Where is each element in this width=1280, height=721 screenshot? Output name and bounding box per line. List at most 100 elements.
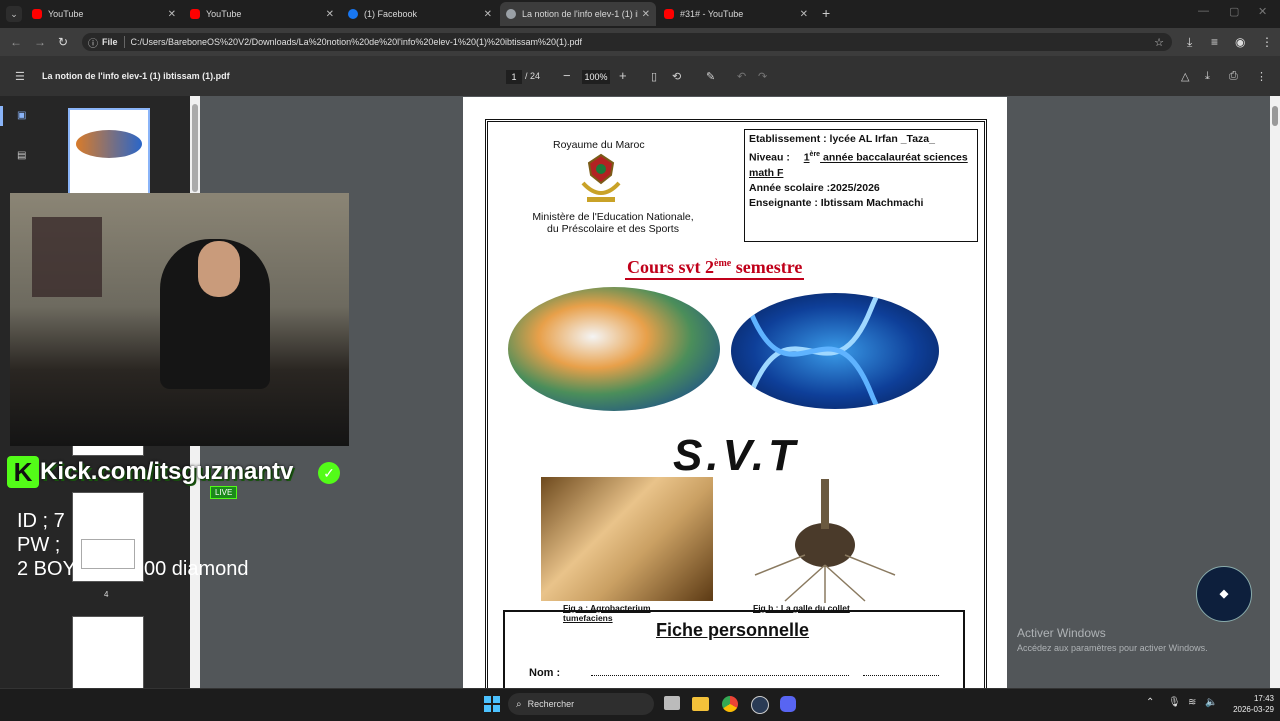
profile-icon[interactable]: ◉ xyxy=(1235,35,1245,49)
fit-page-icon[interactable]: ▯ xyxy=(651,70,657,83)
zoom-level-input[interactable]: 100% xyxy=(582,70,610,84)
file-explorer-icon[interactable] xyxy=(692,697,709,711)
sidebar-scroll-thumb[interactable] xyxy=(192,104,198,192)
downloads-icon[interactable]: ⤓ xyxy=(1187,35,1192,50)
search-placeholder: Rechercher xyxy=(527,699,575,709)
etablissement-line: Etablissement : lycée AL Irfan _Taza_ xyxy=(749,133,935,145)
thumb-table xyxy=(81,539,135,569)
clock-time[interactable]: 17:43 xyxy=(1240,694,1274,703)
kick-channel-text: Kick.com/itsguzmantv xyxy=(40,458,294,485)
ministry-line-1: Ministère de l'Education Nationale, xyxy=(532,211,694,223)
close-icon[interactable]: ✕ xyxy=(800,9,808,20)
nom-dotted-line xyxy=(591,675,849,676)
zoom-out-button[interactable]: − xyxy=(563,68,571,83)
windows-activation-title: Activer Windows xyxy=(1017,626,1106,640)
live-badge: LIVE xyxy=(210,486,238,499)
close-icon[interactable]: ✕ xyxy=(168,9,176,20)
undo-icon[interactable]: ↶ xyxy=(737,70,746,83)
tab-title: YouTube xyxy=(206,9,242,19)
team-logo-icon: ◆ xyxy=(1196,566,1252,622)
enseignante-line: Enseignante : Ibtissam Machmachi xyxy=(749,196,924,209)
nom-dotted-line-2 xyxy=(863,675,939,676)
new-tab-button[interactable]: + xyxy=(822,5,830,21)
thumb-image xyxy=(76,130,142,158)
viewer-scrollbar[interactable] xyxy=(1270,96,1280,688)
bookmark-star-icon[interactable]: ☆ xyxy=(1154,36,1164,49)
restore-button[interactable]: ▢ xyxy=(1229,5,1239,18)
tab-title: #31# - YouTube xyxy=(680,9,744,19)
media-icon[interactable]: ≡ xyxy=(1211,35,1218,49)
globe-dna-image xyxy=(508,287,720,411)
task-view-icon[interactable] xyxy=(664,696,680,710)
facebook-icon xyxy=(348,9,358,19)
tab-search-button[interactable]: ⌄ xyxy=(6,6,22,22)
ministry-line-2: du Préscolaire et des Sports xyxy=(547,223,679,235)
wifi-icon[interactable]: ≋ xyxy=(1188,697,1196,708)
thumbnails-tab-icon[interactable]: ▣ xyxy=(17,110,26,121)
fiche-title: Fiche personnelle xyxy=(656,620,810,640)
webcam-posters xyxy=(32,217,102,297)
more-options-icon[interactable]: ⋮ xyxy=(1256,70,1267,83)
tab-youtube-3[interactable]: #31# - YouTube ✕ xyxy=(658,2,814,26)
start-windows-icon[interactable] xyxy=(484,696,500,712)
kingdom-title: Royaume du Maroc xyxy=(553,139,645,151)
thumbnail-page-label: 4 xyxy=(104,590,109,599)
menu-kebab-icon[interactable]: ⋮ xyxy=(1261,35,1273,49)
close-icon[interactable]: ✕ xyxy=(326,9,334,20)
close-window-button[interactable]: ✕ xyxy=(1258,5,1267,18)
webcam-face xyxy=(198,241,240,297)
info-icon[interactable]: ⓘ xyxy=(88,35,98,50)
discord-icon[interactable] xyxy=(780,696,796,712)
rotate-icon[interactable]: ⟲ xyxy=(672,70,681,83)
course-title: Cours svt 2ème semestre xyxy=(625,257,805,280)
clock-date[interactable]: 2026-03-29 xyxy=(1220,705,1274,714)
search-icon: ⌕ xyxy=(516,698,522,710)
tab-title: La notion de l'info elev-1 (1) ib xyxy=(522,9,638,19)
page-thumbnail-3[interactable] xyxy=(72,492,144,582)
youtube-icon xyxy=(32,9,42,19)
page-number-input[interactable]: 1 xyxy=(506,70,522,84)
kick-logo-icon: K xyxy=(7,456,39,488)
reload-button[interactable]: ↻ xyxy=(58,35,68,49)
back-button[interactable]: ← xyxy=(10,35,22,49)
sidebar-menu-icon[interactable]: ☰ xyxy=(15,70,25,83)
taskbar-search[interactable]: ⌕ Rechercher xyxy=(508,693,654,715)
tab-title: YouTube xyxy=(48,9,84,19)
minimize-button[interactable]: — xyxy=(1198,5,1209,17)
drive-icon[interactable]: △ xyxy=(1181,70,1189,83)
print-icon[interactable]: ⎙ xyxy=(1229,70,1238,83)
close-icon[interactable]: ✕ xyxy=(484,9,492,20)
dna-helix-image xyxy=(731,293,939,409)
tab-youtube-1[interactable]: YouTube ✕ xyxy=(26,2,182,26)
divider xyxy=(123,36,125,48)
redo-icon[interactable]: ↷ xyxy=(758,70,767,83)
viewer-scroll-thumb[interactable] xyxy=(1272,106,1278,126)
youtube-icon xyxy=(190,9,200,19)
address-bar[interactable]: ⓘ File C:/Users/BareboneOS%20V2/Download… xyxy=(82,33,1172,51)
annotate-icon[interactable]: ✎ xyxy=(706,70,715,83)
crown-gall-image xyxy=(745,475,905,605)
chrome-icon[interactable] xyxy=(722,696,738,712)
active-indicator xyxy=(0,106,3,126)
scheme-label: File xyxy=(102,37,118,47)
tray-chevron-icon[interactable]: ⌃ xyxy=(1146,697,1154,708)
tab-facebook[interactable]: (1) Facebook ✕ xyxy=(342,2,498,26)
overlay-pw-line: PW ; xyxy=(17,534,61,556)
close-icon[interactable]: ✕ xyxy=(642,9,650,20)
tab-pdf-active[interactable]: La notion de l'info elev-1 (1) ib ✕ xyxy=(500,2,656,26)
verified-check-icon: ✓ xyxy=(318,462,340,484)
outline-tab-icon[interactable]: ▤ xyxy=(17,150,26,161)
zoom-in-button[interactable]: + xyxy=(619,68,627,83)
webcam-overlay xyxy=(10,193,349,446)
volume-icon[interactable]: 🔈 xyxy=(1205,697,1217,708)
tab-youtube-2[interactable]: YouTube ✕ xyxy=(184,2,340,26)
pdf-page: Royaume du Maroc Ministère de l'Educatio… xyxy=(463,97,1007,697)
pdf-icon xyxy=(506,9,516,19)
forward-button[interactable]: → xyxy=(34,35,46,49)
pdf-filename: La notion de l'info elev-1 (1) ibtissam … xyxy=(42,71,230,81)
microphone-icon[interactable]: 🎙 xyxy=(1168,697,1181,708)
page-thumbnail-1[interactable] xyxy=(68,108,150,198)
page-thumbnail-5[interactable] xyxy=(72,616,144,690)
download-icon[interactable]: ⤓ xyxy=(1205,70,1210,83)
steam-icon[interactable] xyxy=(751,696,769,714)
